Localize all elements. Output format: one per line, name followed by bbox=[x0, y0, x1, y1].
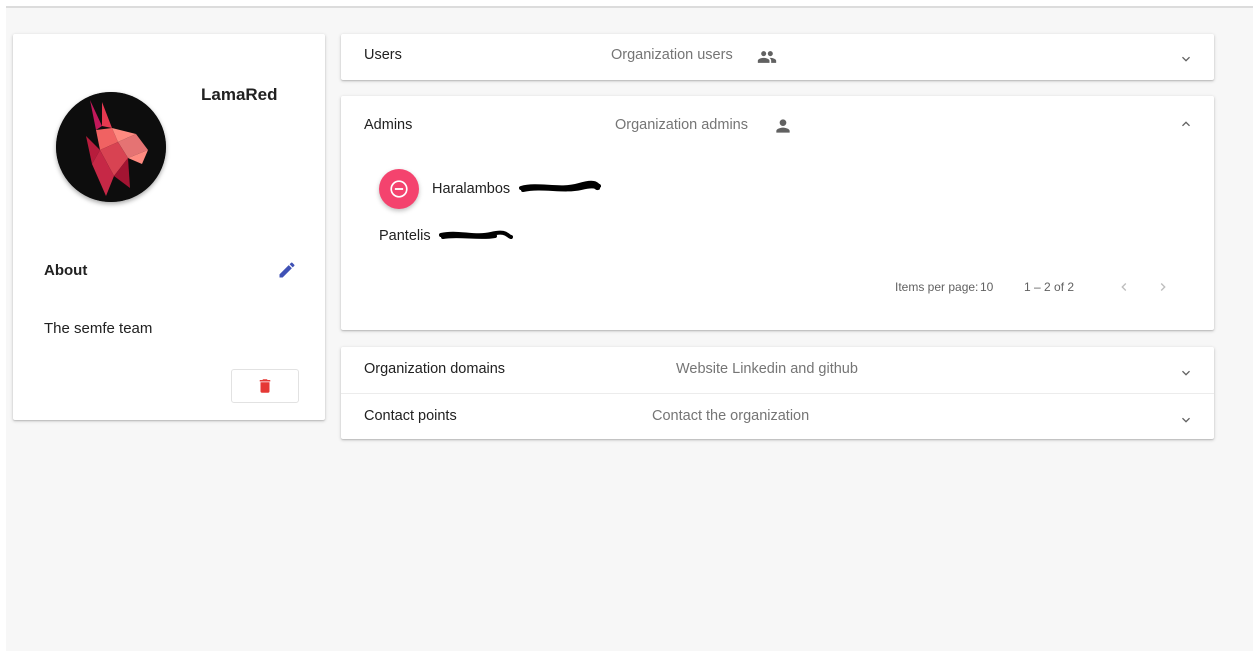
organization-name: LamaRed bbox=[201, 85, 278, 104]
chevron-left-icon bbox=[1121, 283, 1127, 291]
contact-panel-header[interactable]: Contact points Contact the organization bbox=[341, 394, 1214, 440]
users-panel-title: Users bbox=[364, 47, 402, 63]
contact-panel-description: Contact the organization bbox=[652, 408, 810, 424]
group-icon bbox=[757, 51, 777, 63]
organization-avatar bbox=[56, 92, 166, 202]
person-icon bbox=[776, 119, 790, 133]
domains-panel-header[interactable]: Organization domains Website Linkedin an… bbox=[341, 347, 1214, 393]
domains-contact-panel-group: Organization domains Website Linkedin an… bbox=[341, 347, 1214, 439]
admins-panel-title: Admins bbox=[364, 117, 413, 133]
about-text: The semfe team bbox=[44, 320, 153, 337]
edit-about-button[interactable] bbox=[275, 258, 299, 282]
llama-logo-icon bbox=[56, 92, 166, 202]
chevron-down-icon bbox=[1182, 370, 1190, 376]
about-label: About bbox=[44, 262, 88, 279]
next-page-button[interactable] bbox=[1152, 276, 1174, 298]
admins-panel-header[interactable]: Admins Organization admins bbox=[341, 96, 1214, 142]
domains-panel-description: Website Linkedin and github bbox=[676, 361, 858, 377]
remove-admin-button[interactable] bbox=[379, 169, 419, 209]
contact-panel-title: Contact points bbox=[364, 408, 457, 424]
items-per-page-select[interactable]: 10 bbox=[980, 280, 993, 294]
users-panel-header[interactable]: Users Organization users bbox=[341, 34, 1214, 80]
users-panel: Users Organization users bbox=[341, 34, 1214, 80]
delete-organization-button[interactable] bbox=[231, 369, 299, 403]
page-range: 1 – 2 of 2 bbox=[1024, 280, 1075, 294]
chevron-up-icon bbox=[1182, 121, 1190, 127]
admins-panel-description: Organization admins bbox=[615, 117, 748, 133]
redaction-scribble bbox=[519, 180, 601, 192]
admin-list-item: Haralambos bbox=[432, 181, 511, 197]
chevron-down-icon bbox=[1182, 417, 1190, 423]
trash-icon bbox=[259, 379, 271, 393]
admin-list-item: Pantelis bbox=[379, 228, 431, 244]
chevron-down-icon bbox=[1182, 56, 1190, 62]
chevron-right-icon bbox=[1160, 283, 1166, 291]
organization-profile-card: LamaRed About The semfe team bbox=[13, 34, 325, 420]
previous-page-button[interactable] bbox=[1113, 276, 1135, 298]
redaction-scribble bbox=[439, 230, 513, 239]
remove-circle-icon bbox=[390, 180, 408, 198]
domains-panel-title: Organization domains bbox=[364, 361, 506, 377]
edit-pencil-icon bbox=[279, 262, 295, 278]
admins-panel: Admins Organization admins Haralambos Pa… bbox=[341, 96, 1214, 330]
items-per-page-label: Items per page: bbox=[895, 280, 979, 294]
users-panel-description: Organization users bbox=[611, 47, 733, 63]
